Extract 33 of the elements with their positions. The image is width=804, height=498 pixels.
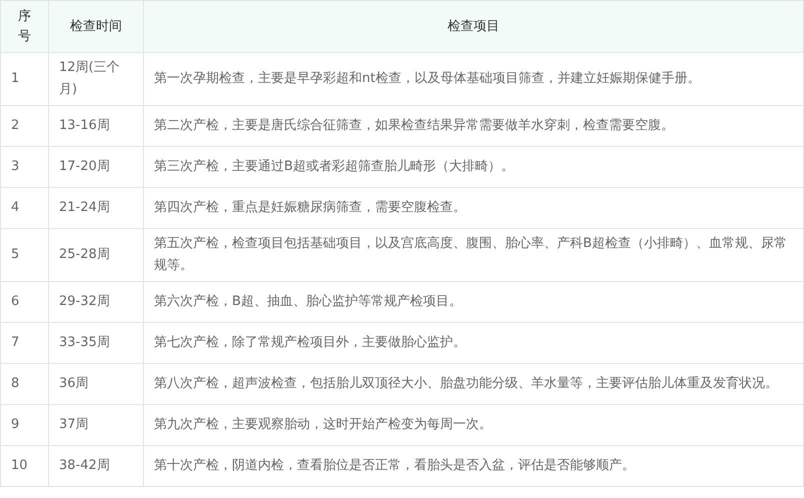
table-cell: 9 bbox=[0, 404, 48, 446]
table-cell: 第十次产检，阴道内检，查看胎位是否正常，看胎头是否入盆，评估是否能够顺产。 bbox=[144, 446, 804, 486]
table-cell: 2 bbox=[0, 106, 48, 146]
table-cell: 第三次产检，主要通过B超或者彩超筛查胎儿畸形（大排畸）。 bbox=[144, 146, 804, 188]
table-cell: 7 bbox=[0, 322, 48, 364]
table-cell: 37周 bbox=[48, 404, 144, 446]
table-cell: 第九次产检，主要观察胎动，这时开始产检变为每周一次。 bbox=[144, 404, 804, 446]
table-cell: 第六次产检，B超、抽血、胎心监护等常规产检项目。 bbox=[144, 282, 804, 322]
table-cell: 6 bbox=[0, 282, 48, 322]
table-cell: 17-20周 bbox=[48, 146, 144, 188]
table-cell: 12周(三个月) bbox=[48, 52, 144, 106]
table-cell: 8 bbox=[0, 364, 48, 404]
table-cell: 第四次产检，重点是妊娠糖尿病筛查，需要空腹检查。 bbox=[144, 188, 804, 228]
table-cell: 第一次孕期检查，主要是早孕彩超和nt检查，以及母体基础项目筛查，并建立妊娠期保健手册。 bbox=[144, 52, 804, 106]
table-cell: 13-16周 bbox=[48, 106, 144, 146]
table-cell: 36周 bbox=[48, 364, 144, 404]
table-cell: 10 bbox=[0, 446, 48, 486]
table-cell: 5 bbox=[0, 228, 48, 282]
table-cell: 29-32周 bbox=[48, 282, 144, 322]
table-cell: 38-42周 bbox=[48, 446, 144, 486]
column-header: 序号 bbox=[0, 0, 48, 52]
column-header: 检查项目 bbox=[144, 0, 804, 52]
table-cell: 3 bbox=[0, 146, 48, 188]
table-cell: 第八次产检，超声波检查，包括胎儿双顶径大小、胎盘功能分级、羊水量等，主要评估胎儿体重及发育状况。 bbox=[144, 364, 804, 404]
table-cell: 25-28周 bbox=[48, 228, 144, 282]
column-header: 检查时间 bbox=[48, 0, 144, 52]
table-cell: 4 bbox=[0, 188, 48, 228]
table-cell: 33-35周 bbox=[48, 322, 144, 364]
table-cell: 第五次产检，检查项目包括基础项目，以及宫底高度、腹围、胎心率、产科B超检查（小排畸）、血常规、尿常规等。 bbox=[144, 228, 804, 282]
table-cell: 21-24周 bbox=[48, 188, 144, 228]
table-cell: 第七次产检，除了常规产检项目外，主要做胎心监护。 bbox=[144, 322, 804, 364]
table-cell: 1 bbox=[0, 52, 48, 106]
table-cell: 第二次产检，主要是唐氏综合征筛查，如果检查结果异常需要做羊水穿刺，检查需要空腹。 bbox=[144, 106, 804, 146]
